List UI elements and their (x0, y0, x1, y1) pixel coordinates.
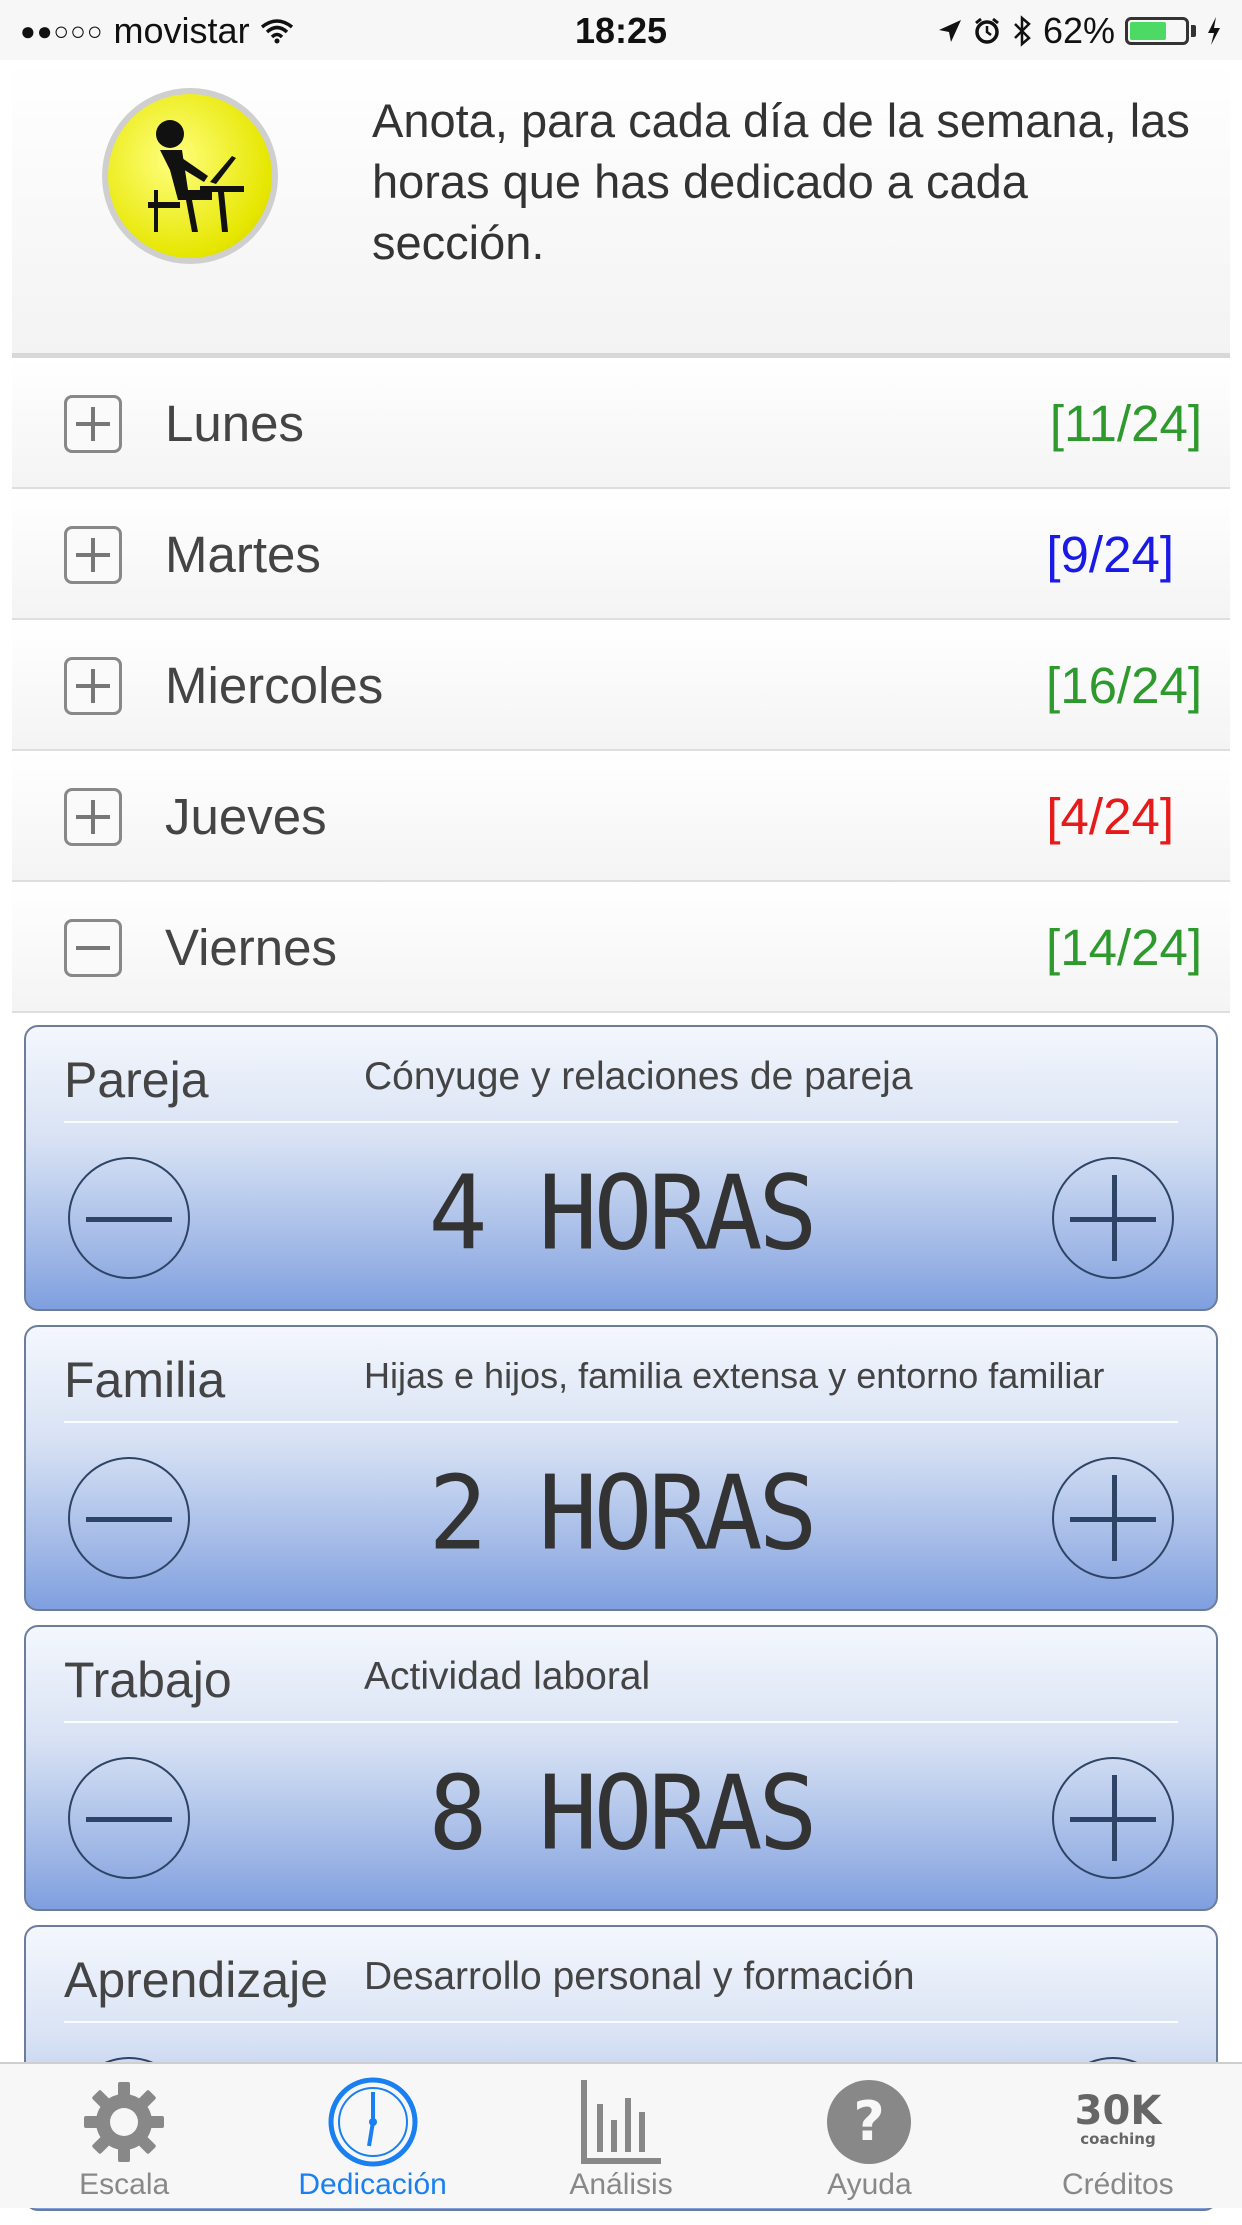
battery-icon (1125, 17, 1189, 45)
day-row-viernes[interactable]: Viernes [14/24] (12, 882, 1230, 1013)
section-description: Desarrollo personal y formación (364, 1955, 915, 1998)
charging-bolt-icon (1208, 17, 1220, 45)
day-hours-count: [14/24] (1046, 919, 1202, 976)
day-row-lunes[interactable]: Lunes [11/24] (12, 358, 1230, 489)
section-cards: Pareja Cónyuge y relaciones de pareja 4 … (24, 1025, 1218, 2225)
battery-tip (1191, 25, 1196, 37)
tab-escala[interactable]: Escala (0, 2064, 248, 2208)
section-card-familia: Familia Hijas e hijos, familia extensa y… (24, 1325, 1218, 1611)
section-title: Aprendizaje (64, 1952, 329, 2008)
divider (64, 1721, 1178, 1723)
svg-text:?: ? (854, 2090, 885, 2153)
day-hours-count: [9/24] (1046, 526, 1174, 583)
battery-percent: 62% (1042, 10, 1115, 51)
increase-hours-button[interactable] (1052, 1457, 1174, 1579)
day-hours-count: [4/24] (1046, 788, 1174, 845)
tab-label: Ayuda (827, 2168, 912, 2201)
hours-display: 4 HORAS (428, 1154, 817, 1274)
tab-dedicacion[interactable]: Dedicación (248, 2064, 496, 2208)
day-row-martes[interactable]: Martes [9/24] (12, 489, 1230, 620)
help-icon: ? (827, 2080, 912, 2164)
clock-icon (328, 2077, 418, 2167)
collapse-minus-icon[interactable] (64, 919, 122, 977)
section-title: Pareja (64, 1052, 209, 1108)
increase-hours-button[interactable] (1052, 1157, 1174, 1279)
increase-hours-button[interactable] (1052, 1757, 1174, 1879)
svg-text:coaching: coaching (1080, 2130, 1155, 2148)
day-row-jueves[interactable]: Jueves [4/24] (12, 751, 1230, 882)
tab-analisis[interactable]: Análisis (497, 2064, 745, 2208)
section-title: Trabajo (64, 1652, 232, 1708)
bluetooth-icon (1014, 15, 1031, 47)
battery-fill (1130, 22, 1166, 40)
gear-icon (84, 2082, 165, 2162)
tab-bar: Escala Dedicación Análisis ? Ayuda 30K c… (0, 2062, 1242, 2208)
tab-creditos[interactable]: 30K coaching Créditos (994, 2064, 1242, 2208)
day-hours-count: [16/24] (1046, 657, 1202, 714)
svg-text:30K: 30K (1074, 2088, 1163, 2134)
day-hours-count: [11/24] (1049, 395, 1202, 452)
instructions-header: Anota, para cada día de la semana, las h… (12, 60, 1230, 358)
day-list: Lunes [11/24] Martes [9/24] Miercoles [1… (12, 358, 1230, 1013)
tab-label: Dedicación (298, 2168, 447, 2201)
hours-display: 2 HORAS (428, 1454, 817, 1574)
person-at-desk-icon (102, 88, 278, 264)
section-card-pareja: Pareja Cónyuge y relaciones de pareja 4 … (24, 1025, 1218, 1311)
instruction-text: Anota, para cada día de la semana, las h… (372, 94, 1190, 269)
chart-icon (581, 2080, 662, 2164)
day-row-miercoles[interactable]: Miercoles [16/24] (12, 620, 1230, 751)
status-bar: ●●○○○ movistar 18:25 62% (0, 0, 1242, 60)
section-card-trabajo: Trabajo Actividad laboral 8 HORAS (24, 1625, 1218, 1911)
section-description: Actividad laboral (364, 1655, 651, 1698)
divider (64, 1121, 1178, 1123)
section-description: Hijas e hijos, familia extensa y entorno… (364, 1355, 1105, 1396)
30k-coaching-logo: 30K coaching (1074, 2088, 1163, 2148)
hours-display: 8 HORAS (428, 1754, 817, 1874)
day-name: Lunes (165, 395, 304, 452)
day-name: Miercoles (165, 657, 384, 714)
location-arrow-icon (938, 20, 961, 42)
day-name: Viernes (165, 919, 338, 976)
expand-plus-icon[interactable] (64, 788, 122, 846)
section-description: Cónyuge y relaciones de pareja (364, 1055, 913, 1098)
status-right: 62% (937, 10, 1222, 52)
day-name: Martes (165, 526, 321, 583)
expand-plus-icon[interactable] (64, 526, 122, 584)
tab-ayuda[interactable]: ? Ayuda (745, 2064, 993, 2208)
expand-plus-icon[interactable] (64, 395, 122, 453)
tab-label: Análisis (569, 2168, 673, 2201)
section-title: Familia (64, 1352, 226, 1408)
alarm-clock-icon (975, 17, 999, 44)
divider (64, 2021, 1178, 2023)
tab-label: Créditos (1061, 2168, 1174, 2201)
tab-label: Escala (79, 2168, 170, 2201)
divider (64, 1421, 1178, 1423)
day-name: Jueves (165, 788, 327, 845)
expand-plus-icon[interactable] (64, 657, 122, 715)
